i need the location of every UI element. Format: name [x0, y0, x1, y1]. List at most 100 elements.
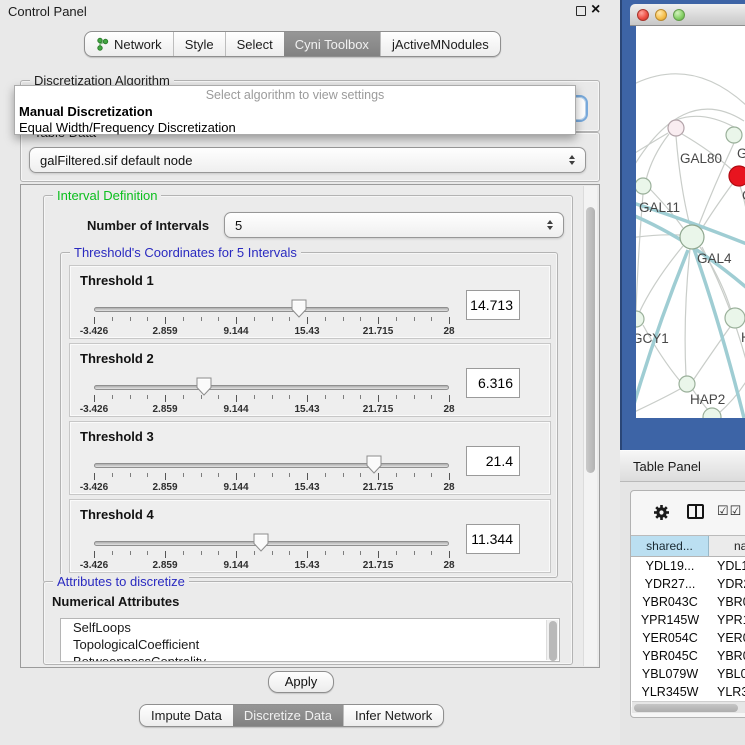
slider-thumb[interactable] — [291, 299, 307, 318]
network-node-label: GAL4 — [697, 251, 732, 266]
network-edge[interactable] — [676, 116, 734, 127]
split-view-icon[interactable] — [687, 504, 704, 519]
slider-tick — [378, 473, 379, 480]
threshold-slider[interactable]: -3.4262.8599.14415.4321.71528 — [94, 460, 449, 494]
column-header-name[interactable]: na — [709, 536, 745, 556]
network-node-ga[interactable] — [726, 127, 742, 143]
slider-track[interactable] — [94, 463, 449, 468]
network-window-titlebar[interactable] — [630, 4, 745, 26]
close-icon[interactable]: × — [591, 1, 600, 19]
threshold-slider[interactable]: -3.4262.8599.14415.4321.71528 — [94, 304, 449, 338]
tab-discretize-data[interactable]: Discretize Data — [233, 705, 343, 726]
network-node-c[interactable] — [729, 166, 745, 186]
network-edge[interactable] — [636, 74, 745, 106]
toolbox-tabbar: Network Style Select Cyni Toolbox jActiv… — [84, 31, 501, 57]
network-edge[interactable] — [636, 133, 668, 156]
network-node-gcy1[interactable] — [636, 311, 644, 327]
slider-tick — [272, 317, 273, 321]
mac-minimize-button[interactable] — [655, 9, 667, 21]
number-of-intervals-combobox[interactable]: 5 — [224, 212, 564, 238]
tab-cyni-toolbox[interactable]: Cyni Toolbox — [284, 32, 380, 56]
threshold-value-field[interactable]: 6.316 — [466, 368, 520, 398]
numerical-attributes-list[interactable]: SelfLoopsTopologicalCoefficientBetweenne… — [60, 618, 560, 662]
threshold-label: Threshold 1 — [80, 273, 154, 288]
tab-select[interactable]: Select — [225, 32, 284, 56]
slider-track[interactable] — [94, 541, 449, 546]
network-node-gal4[interactable] — [680, 225, 704, 249]
attribute-list-item[interactable]: TopologicalCoefficient — [61, 636, 559, 653]
gear-icon[interactable] — [653, 504, 670, 521]
mac-zoom-button[interactable] — [673, 9, 685, 21]
table-row[interactable]: YPR145WYPR1 — [631, 611, 745, 629]
network-edge[interactable] — [636, 389, 680, 414]
network-node-gal11[interactable] — [636, 178, 651, 194]
control-panel-titlebar: Control Panel × — [0, 0, 620, 22]
slider-thumb[interactable] — [366, 455, 382, 474]
slider-tick — [165, 551, 166, 558]
tick-label: 28 — [443, 326, 454, 337]
slider-tick — [289, 395, 290, 399]
popup-option-equal-width-frequency[interactable]: Equal Width/Frequency Discretization — [19, 120, 236, 135]
threshold-panel: Threshold 3-3.4262.8599.14415.4321.71528… — [69, 421, 551, 495]
panel-title: Control Panel — [8, 4, 87, 19]
table-hscrollbar-thumb[interactable] — [634, 704, 738, 712]
slider-tick — [183, 317, 184, 321]
tab-impute-data[interactable]: Impute Data — [140, 705, 233, 726]
table-row[interactable]: YER054CYER0 — [631, 629, 745, 647]
table-row[interactable]: YBR045CYBR0 — [631, 647, 745, 665]
slider-tick — [414, 395, 415, 399]
network-node-gal80[interactable] — [668, 120, 684, 136]
table-row[interactable]: YBL079WYBL0 — [631, 665, 745, 683]
network-edge[interactable] — [646, 134, 669, 180]
table-row[interactable]: YBR043CYBR0 — [631, 593, 745, 611]
threshold-slider[interactable]: -3.4262.8599.14415.4321.71528 — [94, 382, 449, 416]
network-edge[interactable] — [685, 249, 690, 376]
slider-track[interactable] — [94, 385, 449, 390]
mac-close-button[interactable] — [637, 9, 649, 21]
threshold-value-field[interactable]: 11.344 — [466, 524, 520, 554]
attribute-list-item[interactable]: BetweennessCentrality — [61, 653, 559, 662]
attributes-scrollbar[interactable] — [546, 620, 558, 660]
apply-button[interactable]: Apply — [268, 671, 334, 693]
threshold-slider[interactable]: -3.4262.8599.14415.4321.71528 — [94, 538, 449, 572]
tab-network[interactable]: Network — [85, 32, 173, 56]
slider-tick — [254, 395, 255, 399]
network-node-h[interactable] — [725, 308, 745, 328]
attributes-scrollbar-thumb[interactable] — [549, 621, 557, 661]
slider-tick — [254, 473, 255, 477]
slider-tick — [307, 473, 308, 480]
tick-label: 21.715 — [363, 404, 394, 415]
network-node-label: HAP2 — [690, 392, 725, 407]
table-header-row: shared... na — [631, 535, 745, 557]
network-node[interactable] — [703, 408, 721, 418]
slider-thumb[interactable] — [196, 377, 212, 396]
slider-track[interactable] — [94, 307, 449, 312]
checkbox-icons[interactable]: ☑☑ — [717, 503, 742, 519]
table-row[interactable]: YLR345WYLR3 — [631, 683, 745, 701]
attribute-list-item[interactable]: SelfLoops — [61, 619, 559, 636]
slider-tick — [183, 551, 184, 555]
slider-tick — [289, 551, 290, 555]
settings-scrollbar-thumb[interactable] — [586, 207, 595, 473]
tab-infer-network[interactable]: Infer Network — [343, 705, 443, 726]
popup-placeholder-item: Select algorithm to view settings — [15, 88, 575, 102]
tab-jactivemnodules[interactable]: jActiveMNodules — [380, 32, 500, 56]
table-horizontal-scrollbar[interactable] — [632, 701, 745, 713]
threshold-value-field[interactable]: 21.4 — [466, 446, 520, 476]
slider-thumb[interactable] — [253, 533, 269, 552]
float-window-icon[interactable] — [576, 6, 586, 16]
tab-style[interactable]: Style — [173, 32, 225, 56]
table-row[interactable]: YDL19...YDL1 — [631, 557, 745, 575]
threshold-coordinates-group: Threshold's Coordinates for 5 Intervals … — [60, 252, 558, 578]
slider-tick — [272, 473, 273, 477]
popup-option-manual-discretization[interactable]: Manual Discretization — [19, 104, 153, 119]
tick-label: -3.426 — [80, 482, 108, 493]
network-node-hap2[interactable] — [679, 376, 695, 392]
network-edge[interactable] — [694, 327, 730, 379]
threshold-value-field[interactable]: 14.713 — [466, 290, 520, 320]
settings-scrollbar[interactable] — [583, 186, 597, 666]
table-data-combobox[interactable]: galFiltered.sif default node — [29, 147, 586, 173]
network-canvas[interactable]: GAL80GACGAL11GAL4GCY1HHAP2 — [636, 26, 745, 418]
table-row[interactable]: YDR27...YDR2 — [631, 575, 745, 593]
column-header-shared-name[interactable]: shared... — [631, 536, 709, 556]
